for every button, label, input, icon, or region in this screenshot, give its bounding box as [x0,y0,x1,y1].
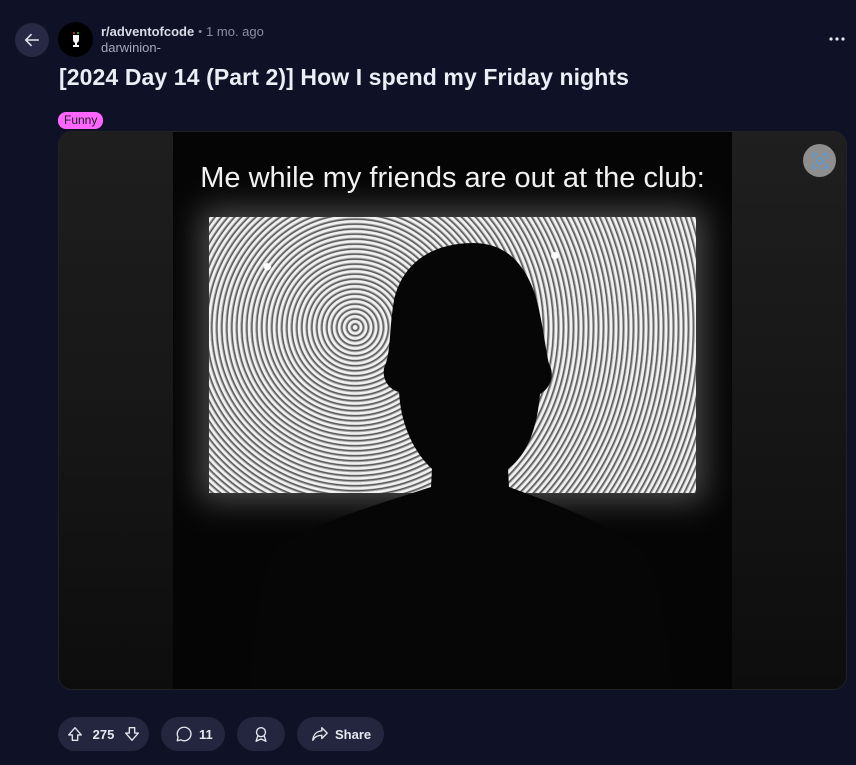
media-blur-left [59,132,173,689]
post-media[interactable]: Me while my friends are out at the club: [58,131,847,690]
post-meta: r/adventofcode • 1 mo. ago darwinion- [101,24,264,56]
post-title: [2024 Day 14 (Part 2)] How I spend my Fr… [59,64,630,90]
back-button[interactable] [15,23,49,57]
expand-icon [811,152,828,169]
post-time: 1 mo. ago [206,24,264,39]
subreddit-logo-icon [72,31,79,47]
expand-media-button[interactable] [803,144,836,177]
author-link[interactable]: darwinion- [101,40,264,56]
upvote-button[interactable] [66,725,84,743]
arrow-left-icon [24,33,40,47]
more-options-button[interactable] [824,28,850,50]
award-button[interactable] [237,717,285,751]
upvote-icon [68,727,82,741]
comments-button[interactable]: 11 [161,717,225,751]
downvote-icon [125,727,139,741]
subreddit-avatar[interactable] [58,22,93,57]
post-action-bar: 275 11 Share [58,717,384,751]
comment-icon [176,726,192,742]
subreddit-link[interactable]: r/adventofcode [101,24,194,40]
share-button[interactable]: Share [297,717,384,751]
person-silhouette [251,243,673,689]
share-icon [312,727,328,741]
media-blur-right [730,132,846,689]
more-horizontal-icon [829,37,845,41]
meta-separator: • [198,26,203,38]
downvote-button[interactable] [123,725,141,743]
meme-image: Me while my friends are out at the club: [173,132,732,689]
award-icon [255,727,267,742]
vote-control: 275 [58,717,149,751]
share-label: Share [335,726,372,742]
comment-count: 11 [199,726,213,742]
vote-count: 275 [92,726,115,742]
post-detail-page: r/adventofcode • 1 mo. ago darwinion- [2… [0,0,856,765]
flair-badge[interactable]: Funny [58,112,104,129]
